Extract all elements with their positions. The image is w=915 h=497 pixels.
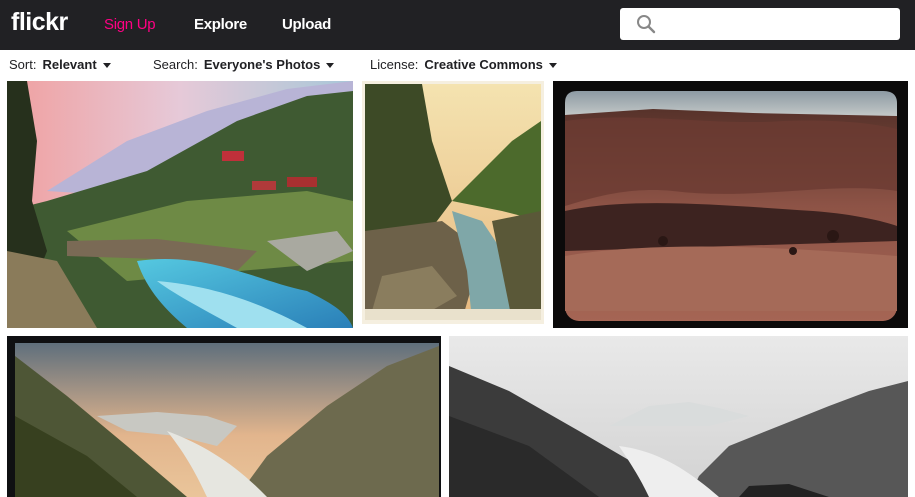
sort-label: Sort:	[9, 57, 37, 72]
photo-thumbnail[interactable]	[7, 336, 441, 497]
caret-down-icon[interactable]	[548, 63, 557, 69]
search-scope-filter[interactable]: Search: Everyone's Photos	[153, 57, 335, 72]
nav-explore[interactable]: Explore	[194, 16, 247, 33]
search-scope-label: Search:	[153, 57, 198, 72]
photo-image	[553, 81, 908, 328]
caret-down-icon[interactable]	[326, 63, 335, 69]
license-filter[interactable]: License: Creative Commons	[370, 57, 557, 72]
sort-filter[interactable]: Sort: Relevant	[9, 57, 111, 72]
photo-image	[449, 336, 908, 497]
photo-image	[7, 81, 353, 328]
caret-down-icon[interactable]	[102, 63, 111, 69]
photo-image	[362, 81, 544, 324]
nav-sign-up[interactable]: Sign Up	[104, 16, 156, 33]
nav-upload[interactable]: Upload	[282, 16, 331, 33]
search-input[interactable]	[664, 12, 894, 38]
search-box[interactable]	[620, 8, 900, 40]
photo-image	[7, 336, 441, 497]
filter-bar: Sort: Relevant Search: Everyone's Photos L…	[0, 50, 915, 80]
license-label: License:	[370, 57, 419, 72]
photo-thumbnail[interactable]	[362, 81, 544, 324]
search-scope-value[interactable]: Everyone's Photos	[204, 57, 321, 72]
photo-thumbnail[interactable]	[449, 336, 908, 497]
sort-value[interactable]: Relevant	[42, 57, 96, 72]
search-icon[interactable]	[636, 14, 656, 34]
license-value[interactable]: Creative Commons	[424, 57, 542, 72]
flickr-logo[interactable]: flickr	[11, 8, 68, 37]
photo-thumbnail[interactable]	[7, 81, 353, 328]
photo-thumbnail[interactable]	[553, 81, 908, 328]
top-navigation-bar: flickr Sign Up Explore Upload	[0, 0, 915, 50]
